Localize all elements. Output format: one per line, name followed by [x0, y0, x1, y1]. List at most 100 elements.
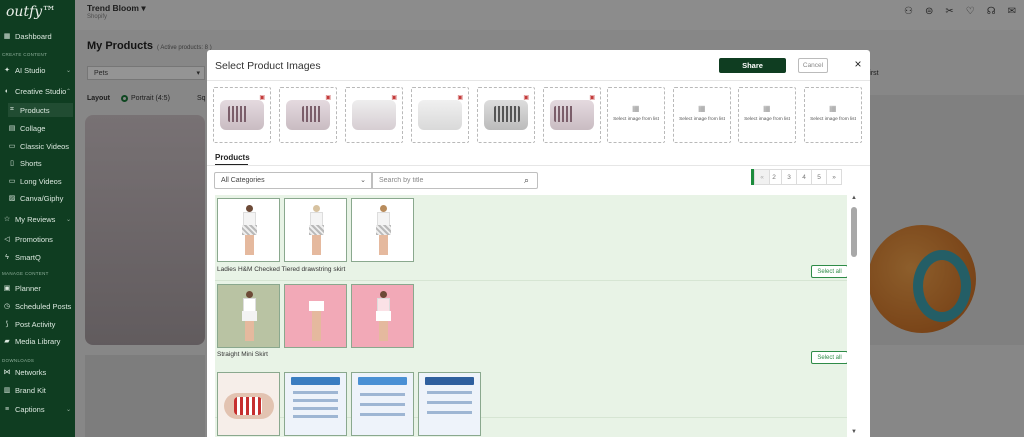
remove-icon[interactable]: ▣ [325, 94, 331, 101]
film-icon: ▭ [8, 178, 16, 185]
sidebar-item-planner[interactable]: ▣ Planner [3, 281, 73, 295]
sidebar-section-create: CREATE CONTENT [2, 52, 48, 57]
select-all-button[interactable]: Select all [811, 265, 847, 278]
tag-icon: ⌗ [10, 106, 14, 113]
sidebar-item-products[interactable]: ⌗ Products [8, 103, 73, 117]
product-thumbnail[interactable] [284, 198, 347, 262]
selected-image-slot[interactable]: ▣ [543, 87, 601, 143]
select-all-button[interactable]: Select all [811, 351, 847, 364]
product-thumbnail[interactable] [284, 284, 347, 348]
sidebar-item-collage[interactable]: ▤ Collage [8, 121, 73, 135]
dashboard-icon: ▦ [3, 33, 11, 40]
cancel-button[interactable]: Cancel [798, 58, 828, 73]
selected-image-slot[interactable]: ▣ [477, 87, 535, 143]
folder-icon: ▰ [4, 338, 10, 345]
scroll-up-icon[interactable]: ▲ [851, 195, 857, 201]
clock-icon: ◷ [3, 303, 11, 310]
sidebar-item-canva-giphy[interactable]: ▨ Canva/Giphy [8, 191, 73, 205]
sidebar-item-networks[interactable]: ⋈ Networks [3, 365, 73, 379]
caption-icon: ≡ [4, 405, 10, 413]
selected-image-slot[interactable]: ▣ [411, 87, 469, 143]
page-prev-button[interactable]: « [754, 169, 770, 185]
palette-icon: ◐ [4, 87, 10, 95]
selected-image-slot[interactable]: ▣ [279, 87, 337, 143]
remove-icon[interactable]: ▣ [523, 94, 529, 101]
sidebar-section-downloads: DOWNLOADS [2, 358, 35, 363]
sidebar-item-media-library[interactable]: ▰ Media Library [3, 334, 73, 348]
sidebar-item-promotions[interactable]: ◁ Promotions [3, 232, 73, 246]
pet-carrier-image [352, 100, 396, 130]
sidebar-item-dashboard[interactable]: ▦ Dashboard [3, 29, 73, 43]
selected-image-slot[interactable]: ▣ [345, 87, 403, 143]
carrier-grill [228, 106, 248, 122]
star-icon: ☆ [3, 216, 11, 223]
shorts-icon: ▯ [10, 160, 14, 167]
model-figure [242, 205, 257, 257]
model-figure [376, 205, 391, 257]
sidebar-item-post-activity[interactable]: ⟆ Post Activity [3, 317, 73, 331]
megaphone-icon: ◁ [4, 236, 10, 243]
share-button[interactable]: Share [719, 58, 786, 73]
product-group: Ladies H&M Checked Tiered drawstring ski… [215, 195, 847, 281]
product-group: Straight Mini Skirt Select all [215, 281, 847, 436]
carrier-grill [554, 106, 574, 122]
sidebar-item-smartq[interactable]: ϟ SmartQ [3, 250, 73, 264]
gif-icon: ▨ [8, 195, 16, 202]
product-thumbnail[interactable] [351, 372, 414, 436]
scrollbar-thumb[interactable] [851, 207, 857, 257]
model-figure [309, 205, 324, 257]
select-images-modal: Select Product Images Share Cancel × ▣ ▣… [207, 50, 870, 437]
page-5-button[interactable]: 5 [811, 169, 827, 185]
carrier-grill [302, 106, 322, 122]
remove-icon[interactable]: ▣ [259, 94, 265, 101]
remove-icon[interactable]: ▣ [457, 94, 463, 101]
product-thumbnail[interactable] [217, 372, 280, 436]
sidebar-item-creative-studio[interactable]: ◐ Creative Studio ⌃ [3, 84, 73, 98]
product-thumbnail[interactable] [217, 284, 280, 348]
product-name: Straight Mini Skirt [217, 351, 268, 358]
chevron-down-icon: ⌄ [65, 216, 71, 223]
product-thumbnail[interactable] [217, 198, 280, 262]
category-select[interactable]: All Categories ⌄ [214, 172, 372, 189]
sidebar-item-long-videos[interactable]: ▭ Long Videos [8, 174, 73, 188]
product-thumbnail[interactable] [351, 284, 414, 348]
remove-icon[interactable]: ▣ [589, 94, 595, 101]
product-thumbnail[interactable] [284, 372, 347, 436]
empty-image-slot[interactable]: ▦ Select image from list [673, 87, 731, 143]
sidebar-item-scheduled-posts[interactable]: ◷ Scheduled Posts [3, 299, 73, 313]
scroll-down-icon[interactable]: ▼ [851, 429, 857, 435]
network-icon: ⋈ [3, 369, 11, 376]
chevron-up-icon: ⌃ [65, 88, 71, 95]
sidebar-section-manage: MANAGE CONTENT [2, 271, 49, 276]
page-3-button[interactable]: 3 [781, 169, 797, 185]
product-thumbnail[interactable] [418, 372, 481, 436]
grid-icon: ▤ [8, 125, 16, 132]
page-next-button[interactable]: » [826, 169, 842, 185]
empty-image-slot[interactable]: ▦ Select image from list [738, 87, 796, 143]
sidebar-item-my-reviews[interactable]: ☆ My Reviews ⌄ [3, 212, 73, 226]
chevron-down-icon: ⌄ [65, 406, 71, 413]
empty-image-slot[interactable]: ▦ Select image from list [804, 87, 862, 143]
outfy-logo[interactable]: outfy™ [6, 4, 56, 20]
search-icon[interactable]: ⌕ [524, 175, 529, 186]
page-4-button[interactable]: 4 [796, 169, 812, 185]
ai-icon: ✦ [4, 67, 10, 74]
activity-icon: ⟆ [5, 321, 9, 328]
selected-image-slot[interactable]: ▣ [213, 87, 271, 143]
image-icon: ▦ [698, 104, 706, 113]
empty-image-slot[interactable]: ▦ Select image from list [607, 87, 665, 143]
sidebar-item-ai-studio[interactable]: ✦ AI Studio ⌄ [3, 63, 73, 77]
sidebar-item-captions[interactable]: ≡ Captions ⌄ [3, 402, 73, 416]
scrollbar[interactable]: ▲ ▼ [850, 195, 858, 437]
model-figure [309, 291, 324, 343]
close-icon[interactable]: × [851, 57, 865, 71]
sidebar-item-shorts[interactable]: ▯ Shorts [8, 156, 73, 170]
remove-icon[interactable]: ▣ [391, 94, 397, 101]
tab-products[interactable]: Products [215, 153, 250, 162]
chevron-down-icon: ⌄ [65, 67, 71, 74]
divider [207, 165, 870, 166]
sidebar-item-brand-kit[interactable]: ▥ Brand Kit [3, 383, 73, 397]
search-input[interactable] [372, 172, 538, 189]
sidebar-item-classic-videos[interactable]: ▭ Classic Videos [8, 139, 73, 153]
product-thumbnail[interactable] [351, 198, 414, 262]
